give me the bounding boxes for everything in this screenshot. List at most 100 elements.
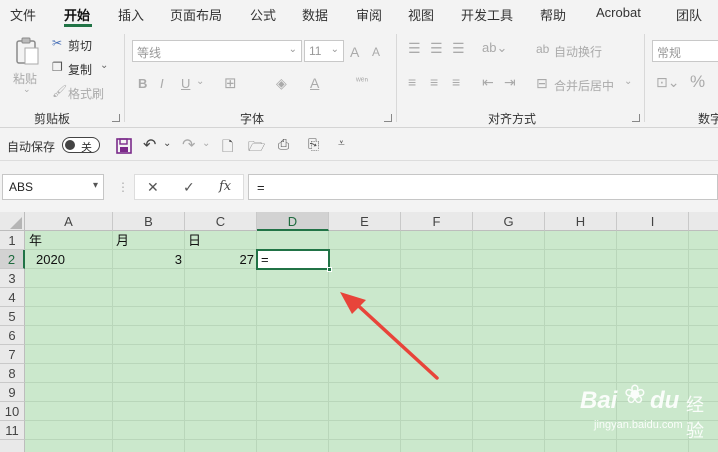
number-group-label: 数字 bbox=[698, 112, 718, 126]
phonetic-icon[interactable]: ʷᵉⁿ bbox=[356, 76, 368, 87]
paw-icon: ❀ bbox=[624, 379, 646, 409]
format-painter-button[interactable]: 🖌 格式刷 bbox=[52, 84, 112, 102]
decrease-indent-icon[interactable]: ⇤ bbox=[482, 74, 494, 91]
open-folder-icon[interactable]: 🗁 bbox=[248, 136, 265, 160]
chevron-down-icon[interactable]: ⌄ bbox=[202, 138, 210, 149]
tab-developer[interactable]: 开发工具 bbox=[461, 5, 513, 24]
merge-center-button[interactable]: ⊟ 合并后居中 ⌄ bbox=[536, 75, 636, 94]
wrap-text-icon: ab bbox=[536, 42, 550, 56]
alignment-launcher-icon[interactable] bbox=[632, 114, 640, 122]
menu-bar: 文件 开始 插入 页面布局 公式 数据 审阅 视图 开发工具 帮助 Acroba… bbox=[0, 0, 718, 28]
customize-qat-icon[interactable]: ⩡ bbox=[338, 136, 345, 151]
shrink-font-button[interactable]: A bbox=[372, 45, 380, 59]
chevron-down-icon: ⌄ bbox=[288, 44, 297, 55]
format-painter-label: 格式刷 bbox=[68, 87, 105, 101]
borders-icon[interactable]: ⊞ bbox=[224, 74, 237, 92]
watermark-url: jingyan.baidu.com bbox=[594, 419, 683, 431]
grow-font-button[interactable]: A bbox=[350, 44, 359, 60]
clipboard-group-label: 剪贴板 bbox=[34, 112, 71, 126]
cancel-button[interactable]: ✕ bbox=[147, 179, 159, 196]
percent-button[interactable]: % bbox=[690, 72, 705, 92]
autosave-toggle[interactable]: 关 bbox=[62, 137, 100, 154]
tab-review[interactable]: 审阅 bbox=[356, 5, 382, 24]
chevron-down-icon: ⌄ bbox=[330, 44, 339, 55]
font-size-select[interactable]: 11 ⌄ bbox=[304, 40, 344, 62]
tab-acrobat[interactable]: Acrobat bbox=[596, 5, 641, 20]
copy-icon: ❐ bbox=[52, 60, 63, 74]
undo-icon[interactable]: ↶ bbox=[143, 135, 156, 155]
tab-view[interactable]: 视图 bbox=[408, 5, 434, 24]
watermark-brand: Bai bbox=[580, 387, 618, 414]
save-icon[interactable] bbox=[116, 138, 132, 154]
wrap-text-button[interactable]: ab 自动换行 bbox=[536, 42, 616, 60]
merge-icon: ⊟ bbox=[536, 75, 548, 91]
worksheet-grid[interactable]: A B C D E F G H I 1 2 3 4 5 6 7 8 9 10 1… bbox=[0, 212, 718, 452]
number-format-value: 常规 bbox=[657, 46, 682, 60]
alignment-group-label: 对齐方式 bbox=[488, 112, 537, 126]
tab-help[interactable]: 帮助 bbox=[540, 5, 566, 24]
number-format-select[interactable]: 常规 bbox=[652, 40, 718, 62]
clipboard-icon bbox=[16, 37, 39, 65]
italic-button[interactable]: I bbox=[160, 76, 164, 91]
chevron-down-icon: ⌄ bbox=[624, 76, 633, 87]
annotation-arrow bbox=[340, 292, 439, 380]
clipboard-launcher-icon[interactable] bbox=[112, 114, 120, 122]
formula-input[interactable]: = bbox=[248, 174, 718, 200]
chevron-down-icon[interactable]: ⌄ bbox=[163, 138, 171, 149]
formula-text: = bbox=[257, 180, 265, 195]
tab-data[interactable]: 数据 bbox=[302, 5, 328, 24]
formula-bar-grip-icon: ⋮ bbox=[117, 180, 129, 194]
insert-function-button[interactable]: fx bbox=[219, 179, 231, 194]
name-box[interactable]: ABS ▾ bbox=[2, 174, 104, 200]
formula-buttons: ✕ ✓ fx bbox=[134, 174, 244, 200]
align-left-icon[interactable]: ≡ bbox=[408, 74, 416, 90]
currency-icon[interactable]: ⊡⌄ bbox=[656, 74, 679, 91]
divider bbox=[644, 34, 645, 122]
divider bbox=[124, 34, 125, 122]
tab-file[interactable]: 文件 bbox=[10, 5, 36, 24]
redo-icon[interactable]: ↷ bbox=[182, 135, 195, 155]
tab-team[interactable]: 团队 bbox=[676, 5, 702, 24]
enter-button[interactable]: ✓ bbox=[183, 179, 195, 196]
underline-button[interactable]: U bbox=[181, 76, 190, 91]
merge-center-label: 合并后居中 bbox=[554, 79, 615, 93]
chevron-down-icon: ⌄ bbox=[23, 84, 31, 94]
formula-bar: ABS ▾ ⋮ ✕ ✓ fx = bbox=[0, 168, 718, 206]
tab-home[interactable]: 开始 bbox=[64, 5, 90, 24]
active-tab-indicator bbox=[64, 24, 92, 27]
align-center-icon[interactable]: ≡ bbox=[430, 74, 438, 90]
align-right-icon[interactable]: ≡ bbox=[452, 74, 460, 90]
font-name-value: 等线 bbox=[137, 46, 162, 60]
font-name-select[interactable]: 等线 ⌄ bbox=[132, 40, 302, 62]
chevron-down-icon[interactable]: ⌄ bbox=[196, 76, 204, 87]
copy-button[interactable]: ❐ 复制 ⌄ bbox=[52, 60, 112, 78]
quick-access-toolbar: 自动保存 关 ↶ ⌄ ↷ ⌄ 🗋 🗁 ⎙ ⎘ ⩡ bbox=[0, 129, 718, 161]
increase-indent-icon[interactable]: ⇥ bbox=[504, 74, 516, 91]
align-top-icon[interactable]: ☰ bbox=[408, 40, 421, 57]
print-preview-icon[interactable]: ⎙ bbox=[278, 136, 289, 153]
tab-formulas[interactable]: 公式 bbox=[250, 5, 276, 24]
bold-button[interactable]: B bbox=[138, 76, 147, 91]
new-file-icon[interactable]: 🗋 bbox=[222, 136, 233, 160]
divider bbox=[396, 34, 397, 122]
toggle-knob bbox=[65, 140, 75, 150]
tab-insert[interactable]: 插入 bbox=[118, 5, 144, 24]
orientation-icon[interactable]: ab⌄ bbox=[482, 40, 507, 56]
align-middle-icon[interactable]: ☰ bbox=[430, 40, 443, 57]
font-color-button[interactable]: A bbox=[310, 75, 319, 91]
name-box-value: ABS bbox=[9, 180, 34, 194]
autosave-state: 关 bbox=[81, 142, 92, 154]
cut-label: 剪切 bbox=[68, 39, 93, 53]
tab-page-layout[interactable]: 页面布局 bbox=[170, 5, 222, 24]
watermark-brand-2: du bbox=[650, 387, 680, 414]
print-icon[interactable]: ⎘ bbox=[308, 136, 319, 153]
fill-color-icon[interactable]: ◈ bbox=[276, 75, 287, 92]
autosave-label: 自动保存 bbox=[7, 140, 56, 154]
font-launcher-icon[interactable] bbox=[384, 114, 392, 122]
scissors-icon: ✂ bbox=[52, 36, 63, 50]
chevron-down-icon: ⌄ bbox=[100, 60, 109, 71]
watermark-cn: 经验 bbox=[686, 395, 704, 441]
align-bottom-icon[interactable]: ☰ bbox=[452, 40, 465, 57]
cut-button[interactable]: ✂ 剪切 bbox=[52, 36, 104, 54]
paste-button[interactable]: 粘贴 ⌄ bbox=[10, 34, 44, 96]
